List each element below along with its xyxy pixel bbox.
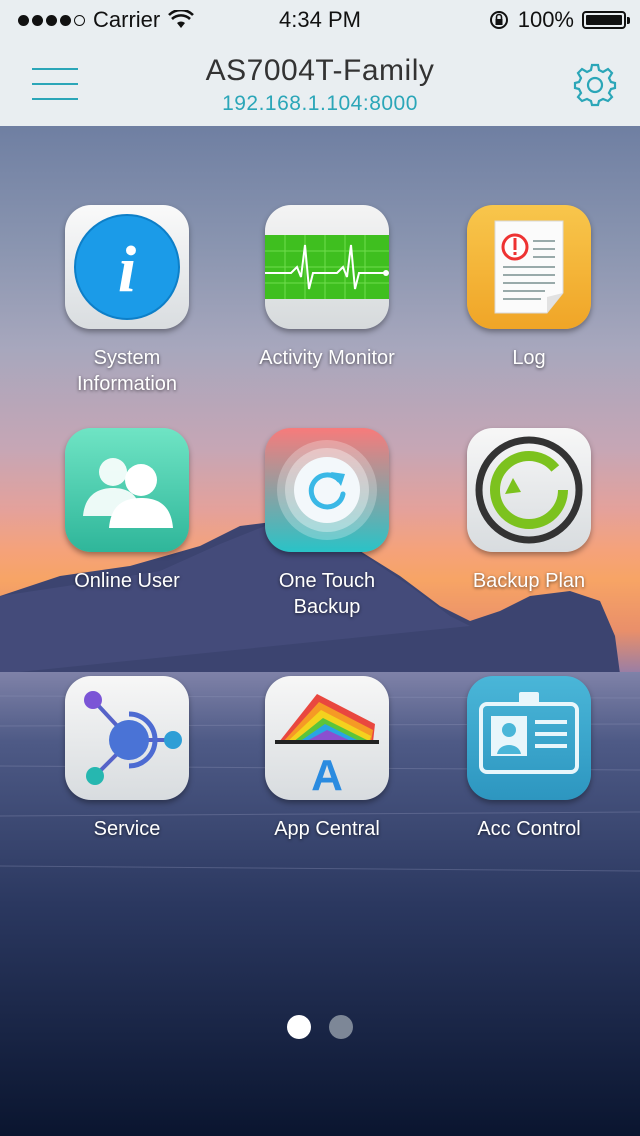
heartbeat-monitor-icon	[265, 205, 389, 329]
info-icon: i	[65, 205, 189, 329]
service-nodes-icon	[65, 676, 189, 800]
page-dot-2[interactable]	[329, 1015, 353, 1039]
id-card-icon	[467, 676, 591, 800]
page-dot-1[interactable]	[287, 1015, 311, 1039]
svg-text:A: A	[311, 751, 343, 800]
one-touch-backup-icon	[265, 428, 389, 552]
app-label: Acc Control	[477, 818, 581, 840]
app-one-touch-backup[interactable]: One Touch Backup	[227, 428, 427, 620]
status-bar: Carrier 4:34 PM 100%	[0, 0, 640, 40]
nas-address: 192.168.1.104:8000	[222, 92, 418, 115]
rotation-lock-icon	[489, 11, 508, 29]
app-log[interactable]: Log	[429, 205, 629, 371]
users-icon	[65, 428, 189, 552]
app-label: Backup Plan	[472, 570, 586, 592]
nav-bar: AS7004T-Family 192.168.1.104:8000	[0, 40, 640, 127]
backup-plan-icon	[467, 428, 591, 552]
app-label: Online User	[74, 570, 180, 592]
app-label: App Central	[274, 818, 380, 840]
app-label: Log	[512, 347, 546, 369]
app-system-information[interactable]: i System Information	[27, 205, 227, 397]
wallpaper: i System Information Activity Monitor Lo…	[0, 126, 640, 1136]
app-label: Service	[93, 818, 161, 840]
nas-name: AS7004T-Family	[205, 54, 435, 87]
gear-icon[interactable]	[572, 62, 618, 108]
log-document-icon	[467, 205, 591, 329]
svg-text:i: i	[118, 233, 137, 306]
app-online-user[interactable]: Online User	[27, 428, 227, 594]
app-central-icon: A	[265, 676, 389, 800]
app-activity-monitor[interactable]: Activity Monitor	[227, 205, 427, 371]
app-label: One Touch Backup	[278, 570, 376, 618]
app-backup-plan[interactable]: Backup Plan	[429, 428, 629, 594]
page-indicator	[0, 1015, 640, 1039]
battery-percent: 100%	[517, 7, 574, 32]
app-label: System Information	[76, 347, 178, 395]
app-app-central[interactable]: A App Central	[227, 676, 427, 842]
battery-icon	[582, 11, 630, 29]
app-label: Activity Monitor	[259, 347, 395, 369]
app-service[interactable]: Service	[27, 676, 227, 842]
app-acc-control[interactable]: Acc Control	[429, 676, 629, 842]
